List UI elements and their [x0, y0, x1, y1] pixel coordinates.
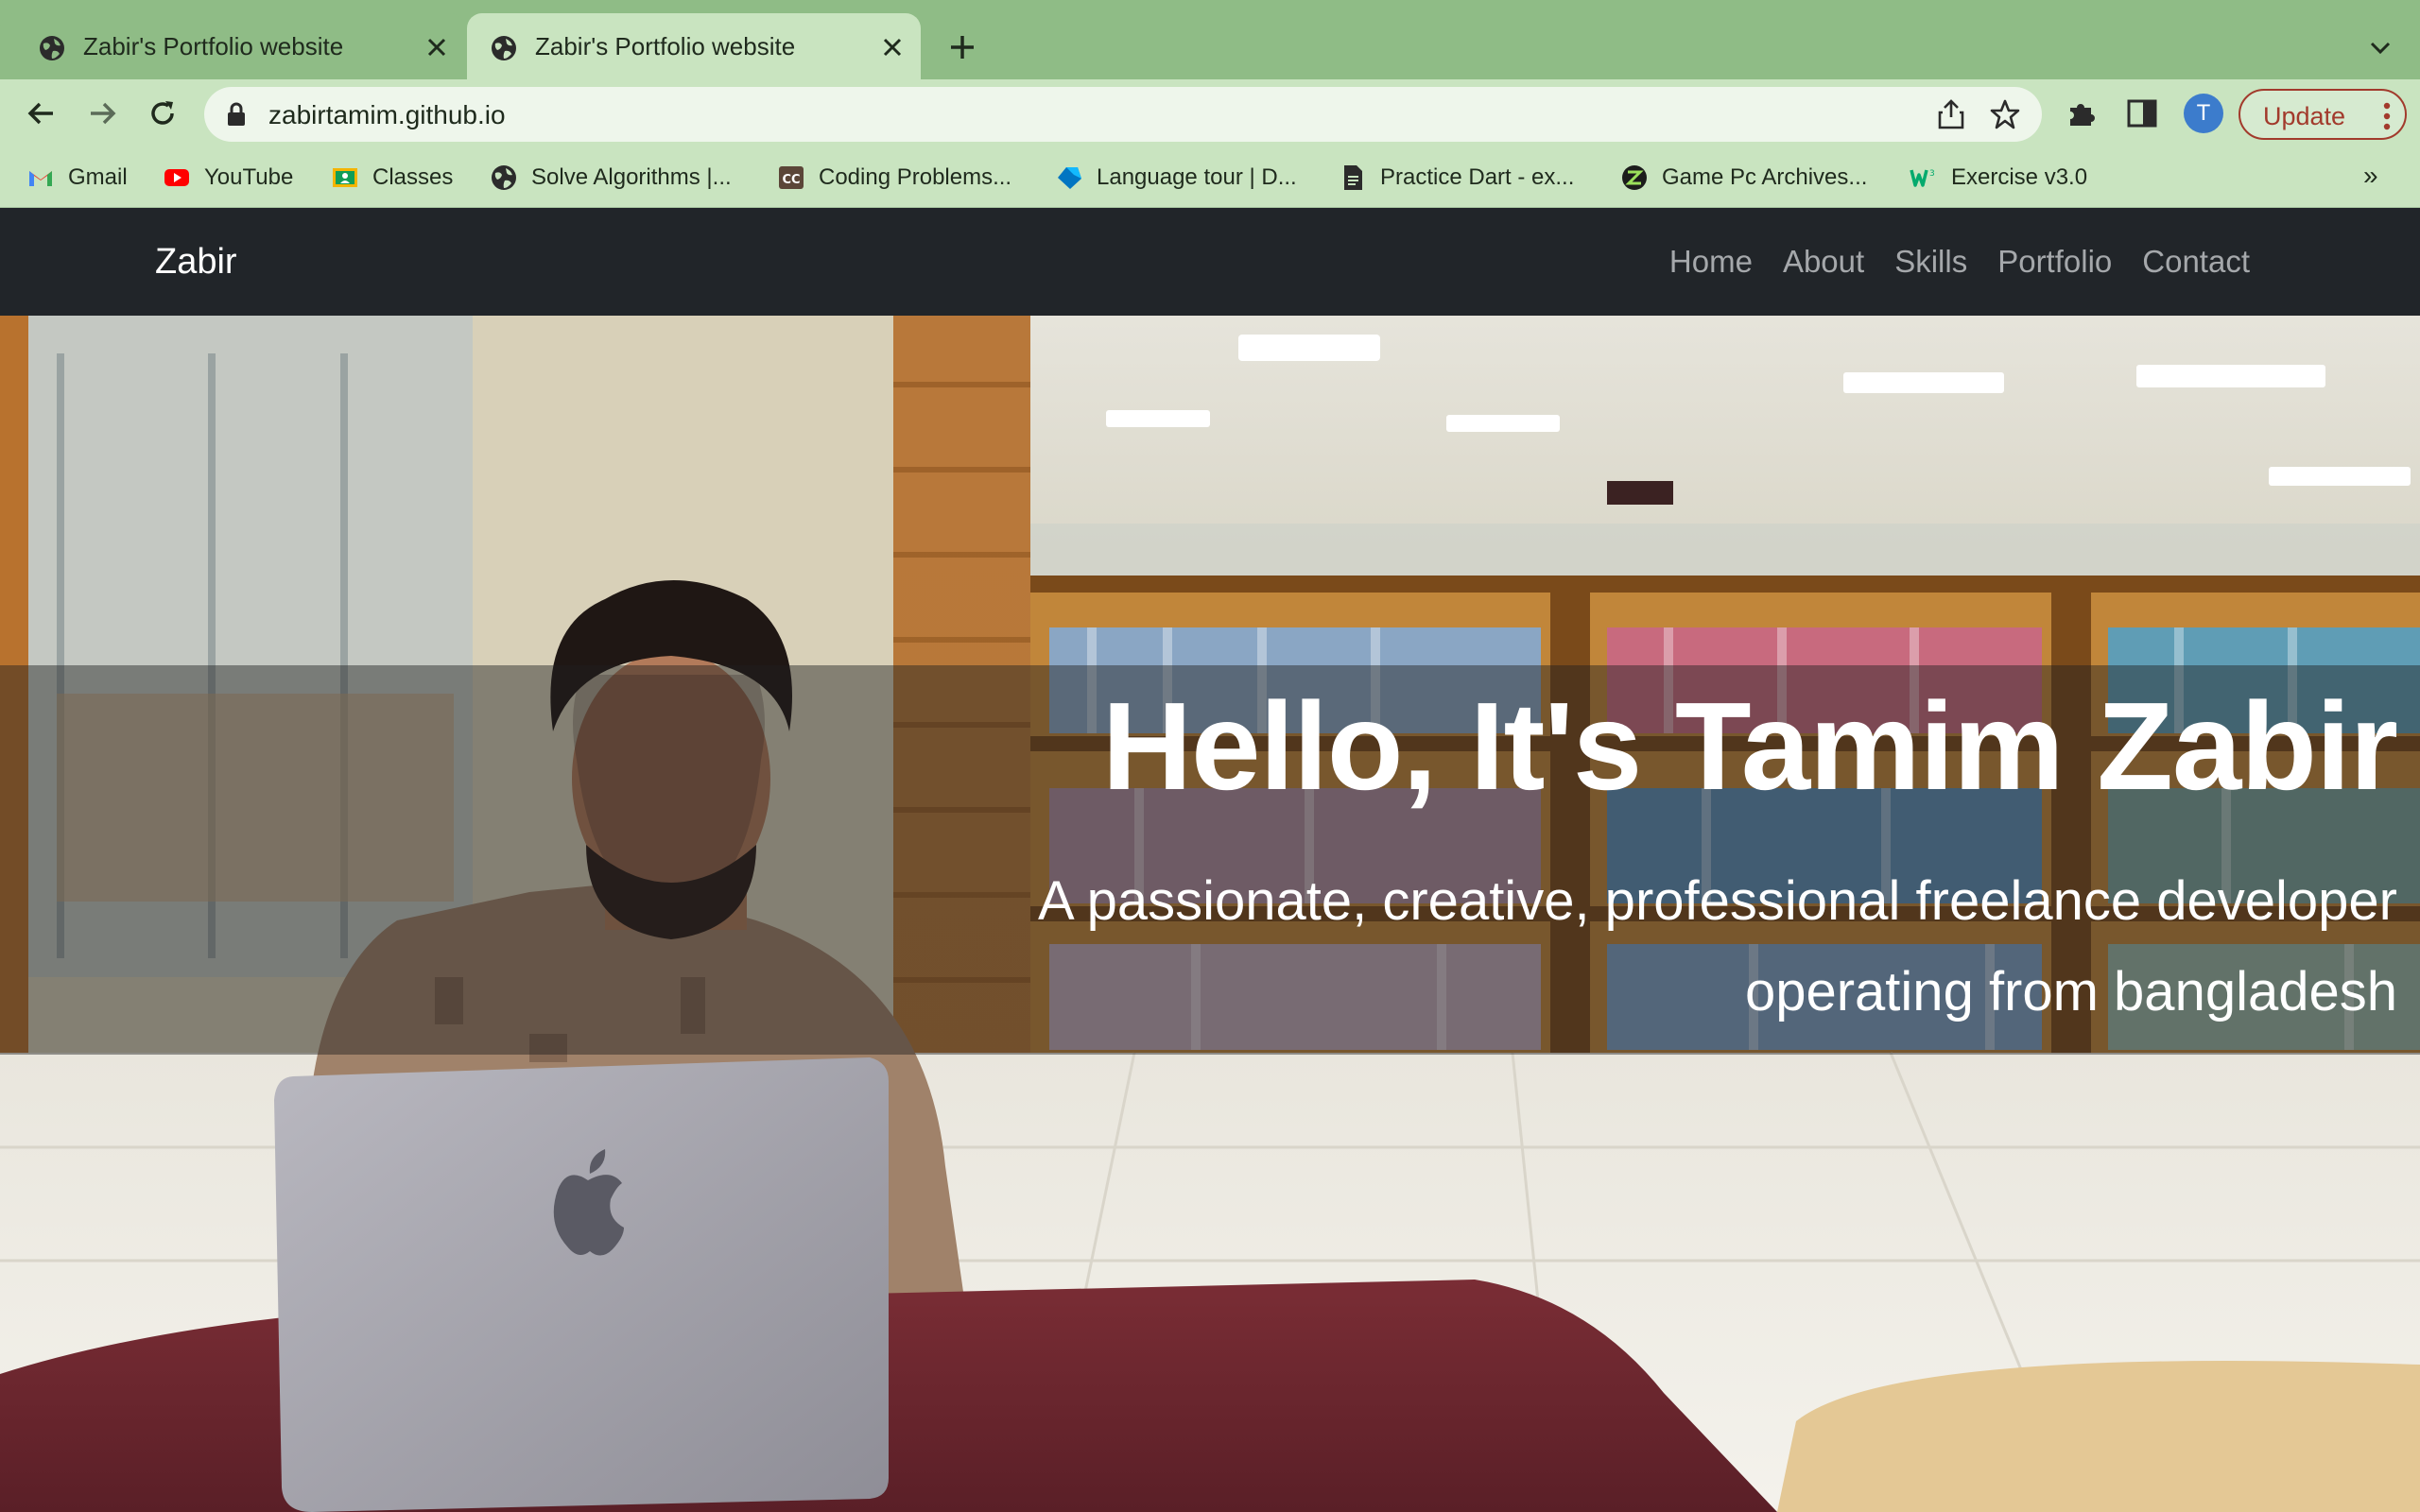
globe-icon — [40, 36, 64, 60]
hero-subtitle: A passionate, creative, professional fre… — [1038, 870, 2397, 1022]
browser-tab-2[interactable]: Zabir's Portfolio website — [467, 13, 921, 79]
close-tab-icon[interactable] — [875, 30, 909, 64]
bookmark-gmail[interactable]: Gmail — [26, 161, 128, 195]
bookmark-label: Practice Dart - ex... — [1380, 164, 1575, 190]
bookmark-star-icon[interactable] — [1989, 98, 2021, 130]
bookmark-label: Classes — [372, 164, 454, 190]
browser-toolbar: zabirtamim.github.io T Update — [0, 79, 2420, 147]
close-tab-icon[interactable] — [420, 30, 454, 64]
tab-title: Zabir's Portfolio website — [535, 32, 796, 60]
chevron-down-icon — [2370, 42, 2391, 55]
nav-link-contact[interactable]: Contact — [2142, 244, 2250, 280]
bookmark-classes[interactable]: Classes — [331, 161, 453, 195]
site-navbar: Zabir Home About Skills Portfolio Contac… — [0, 208, 2420, 316]
bookmark-label: Exercise v3.0 — [1951, 164, 2088, 190]
hero-section: Hello, It's Tamim Zabir A passionate, cr… — [0, 316, 2420, 1512]
bookmark-label: Solve Algorithms |... — [531, 164, 732, 190]
arrow-right-icon — [91, 102, 116, 125]
google-classroom-icon — [333, 168, 357, 187]
plus-icon — [951, 36, 974, 59]
document-icon — [1344, 165, 1362, 190]
new-tab-button[interactable] — [942, 26, 983, 68]
profile-avatar[interactable]: T — [2184, 94, 2223, 133]
side-panel-icon — [2127, 99, 2157, 128]
update-button[interactable]: Update — [2238, 89, 2407, 140]
bookmark-label: Gmail — [68, 164, 128, 190]
nav-links: Home About Skills Portfolio Contact — [1669, 244, 2250, 280]
gmail-icon — [29, 171, 52, 186]
bookmark-solve-algorithms[interactable]: Solve Algorithms |... — [490, 161, 732, 195]
share-icon[interactable] — [1936, 98, 1966, 130]
bookmark-label: YouTube — [204, 164, 294, 190]
youtube-icon — [164, 169, 189, 186]
nav-link-about[interactable]: About — [1783, 244, 1864, 280]
tab-strip: Zabir's Portfolio website Zabir's Portfo… — [0, 0, 2420, 79]
site-brand[interactable]: Zabir — [155, 242, 237, 283]
svg-text:CC: CC — [782, 173, 800, 187]
bookmarks-bar: Gmail YouTube Classes Solve Algorithms |… — [0, 147, 2420, 208]
zigzag-icon — [1622, 165, 1647, 190]
globe-icon — [492, 36, 516, 60]
tab-title: Zabir's Portfolio website — [83, 32, 344, 60]
bookmark-label: Game Pc Archives... — [1662, 164, 1868, 190]
svg-text:3: 3 — [1929, 169, 1935, 179]
globe-icon — [492, 165, 516, 190]
reload-icon — [151, 101, 174, 125]
back-button[interactable] — [21, 93, 62, 134]
hero-title: Hello, It's Tamim Zabir — [1101, 677, 2398, 816]
forward-button[interactable] — [81, 93, 123, 134]
extensions-button[interactable] — [2061, 93, 2102, 134]
side-panel-button[interactable] — [2121, 93, 2163, 134]
update-label: Update — [2263, 102, 2346, 130]
puzzle-icon — [2070, 104, 2095, 126]
arrow-left-icon — [27, 102, 53, 125]
reload-button[interactable] — [142, 93, 183, 134]
more-vertical-icon — [2383, 102, 2391, 130]
lock-icon — [228, 102, 245, 126]
bookmark-coding-problems[interactable]: CC Coding Problems... — [777, 161, 1011, 195]
bookmark-language-tour[interactable]: Language tour | D... — [1055, 161, 1297, 195]
bookmarks-overflow-button[interactable]: » — [2363, 161, 2378, 191]
bookmark-label: Language tour | D... — [1097, 164, 1297, 190]
bookmark-youtube[interactable]: YouTube — [163, 161, 293, 195]
nav-link-portfolio[interactable]: Portfolio — [1997, 244, 2112, 280]
address-bar[interactable]: zabirtamim.github.io — [204, 87, 2042, 142]
bookmark-exercise[interactable]: 3 Exercise v3.0 — [1910, 161, 2087, 195]
nav-link-skills[interactable]: Skills — [1894, 244, 1967, 280]
browser-tab-1[interactable]: Zabir's Portfolio website — [0, 13, 465, 79]
bookmark-practice-dart[interactable]: Practice Dart - ex... — [1339, 161, 1574, 195]
codechef-icon: CC — [779, 166, 804, 189]
bookmark-game-pc-archives[interactable]: Game Pc Archives... — [1620, 161, 1867, 195]
bookmark-label: Coding Problems... — [819, 164, 1012, 190]
w3schools-icon: 3 — [1910, 169, 1935, 187]
nav-link-home[interactable]: Home — [1669, 244, 1753, 280]
dart-icon — [1058, 167, 1081, 189]
tab-search-button[interactable] — [2360, 26, 2401, 68]
url-text: zabirtamim.github.io — [268, 100, 506, 129]
